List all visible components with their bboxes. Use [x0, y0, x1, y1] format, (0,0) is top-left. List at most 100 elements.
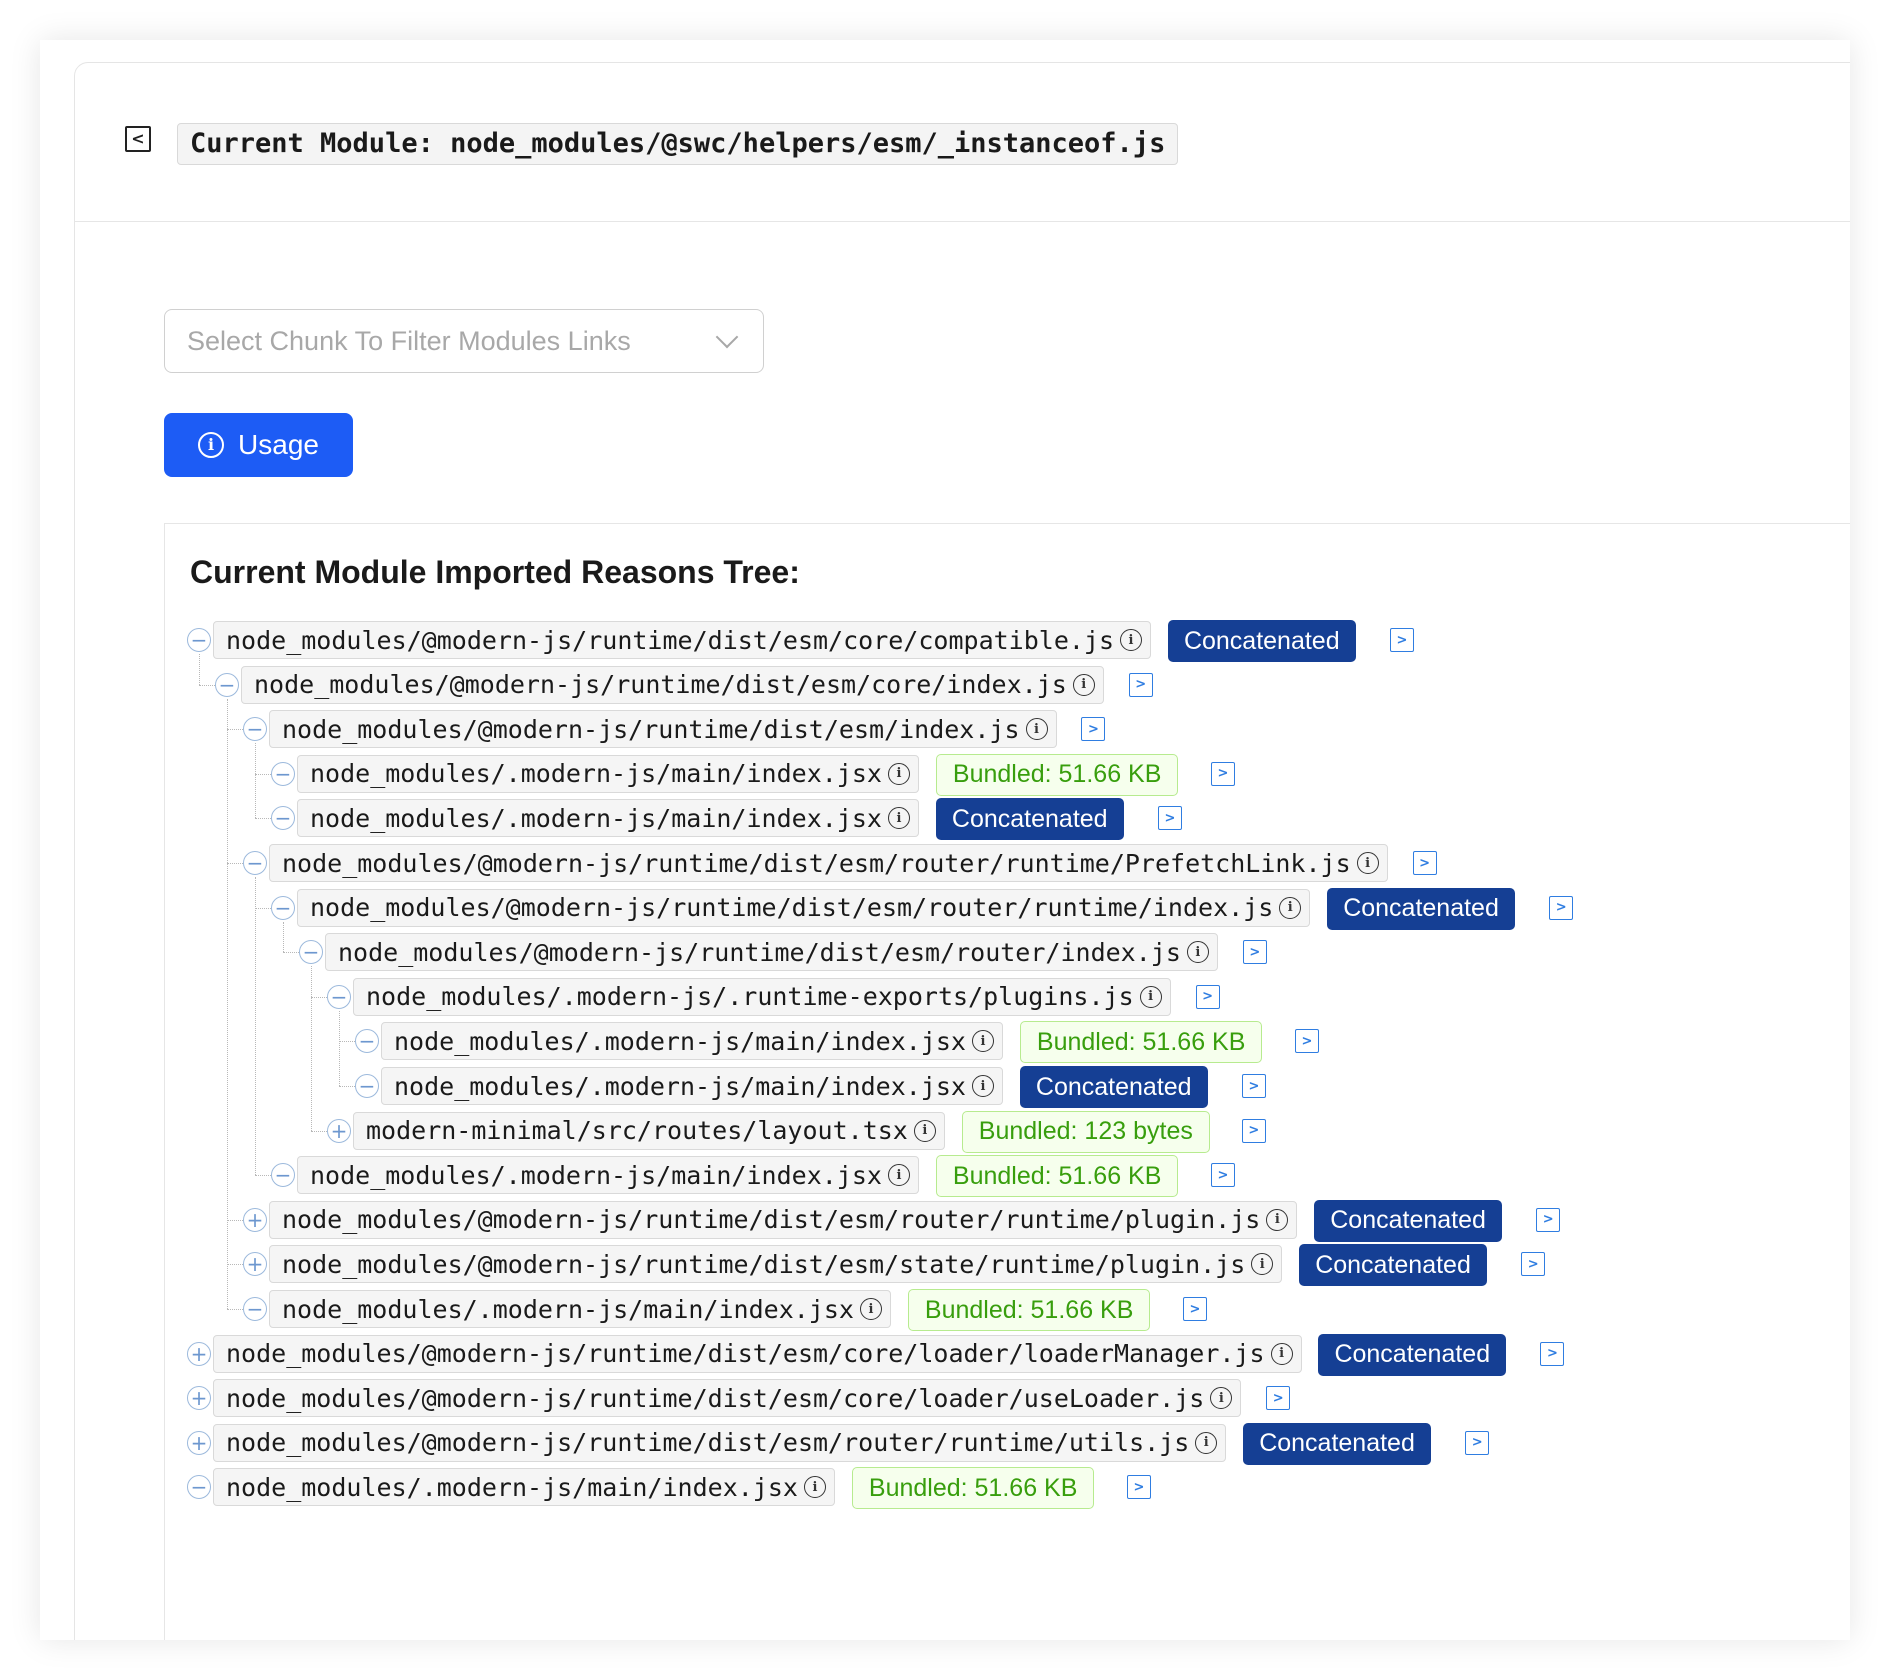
jump-to-module-icon[interactable]: >	[1157, 806, 1182, 831]
jump-to-module-icon[interactable]: >	[1210, 1163, 1235, 1188]
expand-node-icon[interactable]: +	[187, 1386, 211, 1411]
jump-to-module-icon[interactable]: >	[1182, 1297, 1207, 1321]
info-icon[interactable]: i	[1270, 1342, 1293, 1365]
jump-to-module-icon[interactable]: >	[1294, 1029, 1319, 1054]
app-window: < Current Module: node_modules/@swc/help…	[40, 40, 1850, 1640]
module-path-node[interactable]: node_modules/@modern-js/runtime/dist/esm…	[213, 1423, 1227, 1462]
collapse-node-icon[interactable]: −	[271, 761, 295, 786]
tree-guide-line	[283, 921, 284, 953]
collapse-node-icon[interactable]: −	[327, 984, 351, 1009]
concatenated-tag: Concatenated	[935, 798, 1124, 841]
module-path-node[interactable]: node_modules/@modern-js/runtime/dist/esm…	[325, 933, 1218, 972]
info-icon[interactable]: i	[1186, 941, 1209, 964]
module-path-node[interactable]: node_modules/@modern-js/runtime/dist/esm…	[213, 1379, 1242, 1418]
expand-node-icon[interactable]: +	[187, 1341, 211, 1366]
module-path-node[interactable]: node_modules/@modern-js/runtime/dist/esm…	[269, 844, 1388, 882]
collapse-node-icon[interactable]: −	[243, 717, 267, 742]
expand-node-icon[interactable]: +	[327, 1118, 351, 1143]
module-path-node[interactable]: node_modules/@modern-js/runtime/dist/esm…	[269, 710, 1057, 749]
info-icon[interactable]: i	[1072, 673, 1095, 696]
jump-to-module-icon[interactable]: >	[1465, 1430, 1490, 1455]
back-icon[interactable]: <	[125, 126, 151, 152]
jump-to-module-icon[interactable]: >	[1195, 984, 1220, 1009]
module-path-node[interactable]: node_modules/.modern-js/main/index.jsx i	[297, 799, 919, 838]
collapse-node-icon[interactable]: −	[187, 1475, 211, 1500]
jump-to-module-icon[interactable]: >	[1412, 851, 1437, 875]
jump-to-module-icon[interactable]: >	[1241, 1074, 1266, 1098]
jump-to-module-icon[interactable]: >	[1128, 672, 1153, 697]
module-path-label: node_modules/.modern-js/main/index.jsx	[310, 803, 882, 833]
tree-guide-line	[255, 877, 256, 1176]
collapse-node-icon[interactable]: −	[243, 851, 267, 875]
chunk-filter-placeholder: Select Chunk To Filter Modules Links	[187, 325, 631, 356]
tree-guide-connector	[227, 1219, 243, 1221]
info-icon[interactable]: i	[1251, 1253, 1274, 1276]
collapse-node-icon[interactable]: −	[271, 806, 295, 831]
info-icon[interactable]: i	[1195, 1431, 1218, 1454]
info-icon[interactable]: i	[1279, 896, 1302, 919]
collapse-node-icon[interactable]: −	[215, 672, 239, 697]
module-path-node[interactable]: node_modules/@modern-js/runtime/dist/esm…	[269, 1245, 1283, 1284]
module-path-node[interactable]: node_modules/.modern-js/main/index.jsx i	[269, 1290, 891, 1328]
collapse-node-icon[interactable]: −	[355, 1074, 379, 1098]
info-icon[interactable]: i	[1210, 1387, 1233, 1410]
tree-title: Current Module Imported Reasons Tree:	[190, 554, 800, 590]
jump-to-module-icon[interactable]: >	[1540, 1341, 1565, 1366]
info-icon[interactable]: i	[887, 1164, 910, 1187]
tree-guide-connector	[199, 684, 215, 686]
info-icon[interactable]: i	[1266, 1208, 1289, 1231]
jump-to-module-icon[interactable]: >	[1210, 761, 1235, 786]
module-path-node[interactable]: node_modules/@modern-js/runtime/dist/esm…	[213, 621, 1152, 659]
jump-to-module-icon[interactable]: >	[1266, 1386, 1291, 1411]
jump-to-module-icon[interactable]: >	[1081, 717, 1106, 742]
collapse-node-icon[interactable]: −	[271, 895, 295, 920]
info-icon[interactable]: i	[971, 1075, 994, 1097]
info-icon[interactable]: i	[887, 762, 910, 785]
usage-button-label: Usage	[238, 429, 319, 460]
info-icon[interactable]: i	[1356, 852, 1379, 874]
collapse-node-icon[interactable]: −	[187, 628, 211, 652]
jump-to-module-icon[interactable]: >	[1536, 1207, 1561, 1232]
current-module-title: Current Module: node_modules/@swc/helper…	[177, 123, 1179, 165]
module-path-node[interactable]: node_modules/@modern-js/runtime/dist/esm…	[269, 1200, 1298, 1239]
module-path-node[interactable]: node_modules/.modern-js/main/index.jsx i	[297, 1156, 919, 1195]
module-path-label: node_modules/.modern-js/main/index.jsx	[310, 1160, 882, 1190]
module-path-node[interactable]: node_modules/@modern-js/runtime/dist/esm…	[241, 665, 1104, 704]
module-path-node[interactable]: node_modules/.modern-js/main/index.jsx i	[213, 1468, 835, 1507]
collapse-node-icon[interactable]: −	[355, 1029, 379, 1054]
info-icon[interactable]: i	[803, 1476, 826, 1499]
info-icon[interactable]: i	[1120, 629, 1143, 651]
module-path-label: node_modules/@modern-js/runtime/dist/esm…	[226, 1339, 1265, 1369]
tree-guide-connector	[255, 773, 271, 775]
info-icon[interactable]: i	[913, 1119, 936, 1142]
module-path-node[interactable]: modern-minimal/src/routes/layout.tsx i	[353, 1111, 945, 1150]
module-path-node[interactable]: node_modules/@modern-js/runtime/dist/esm…	[297, 888, 1311, 927]
jump-to-module-icon[interactable]: >	[1241, 1118, 1266, 1143]
tree-guide-connector	[227, 1309, 243, 1310]
module-path-node[interactable]: node_modules/.modern-js/main/index.jsx i	[381, 1022, 1003, 1061]
jump-to-module-icon[interactable]: >	[1549, 895, 1574, 920]
module-path-node[interactable]: node_modules/.modern-js/main/index.jsx i	[297, 754, 919, 793]
info-icon[interactable]: i	[1139, 985, 1162, 1008]
expand-node-icon[interactable]: +	[243, 1252, 267, 1277]
module-path-label: node_modules/.modern-js/main/index.jsx	[226, 1472, 798, 1502]
info-icon[interactable]: i	[971, 1030, 994, 1053]
collapse-node-icon[interactable]: −	[271, 1163, 295, 1188]
collapse-node-icon[interactable]: −	[299, 940, 323, 965]
chunk-filter-select[interactable]: Select Chunk To Filter Modules Links	[164, 309, 764, 373]
jump-to-module-icon[interactable]: >	[1389, 628, 1414, 652]
info-icon[interactable]: i	[887, 807, 910, 830]
info-icon[interactable]: i	[1025, 718, 1048, 741]
collapse-node-icon[interactable]: −	[243, 1297, 267, 1321]
usage-button[interactable]: i Usage	[164, 413, 353, 477]
expand-node-icon[interactable]: +	[243, 1207, 267, 1232]
jump-to-module-icon[interactable]: >	[1521, 1252, 1546, 1277]
jump-to-module-icon[interactable]: >	[1126, 1475, 1151, 1500]
module-path-node[interactable]: node_modules/@modern-js/runtime/dist/esm…	[213, 1334, 1302, 1373]
module-path-label: node_modules/@modern-js/runtime/dist/esm…	[282, 848, 1351, 878]
info-icon[interactable]: i	[859, 1298, 882, 1320]
module-path-node[interactable]: node_modules/.modern-js/main/index.jsx i	[381, 1067, 1003, 1105]
module-path-node[interactable]: node_modules/.modern-js/.runtime-exports…	[353, 977, 1171, 1016]
expand-node-icon[interactable]: +	[187, 1430, 211, 1455]
jump-to-module-icon[interactable]: >	[1242, 940, 1267, 965]
